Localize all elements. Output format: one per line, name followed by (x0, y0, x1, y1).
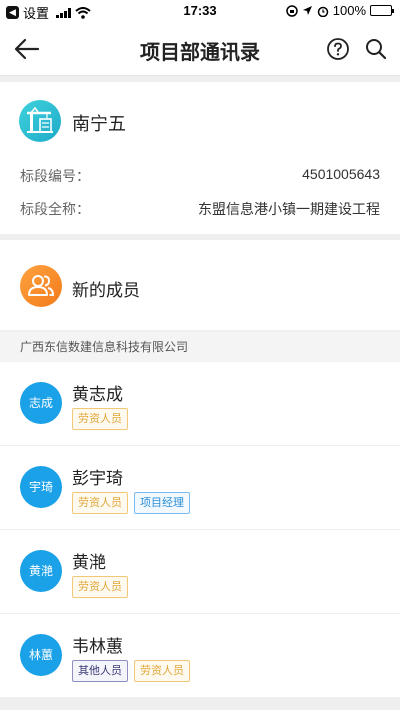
section-full-name-value: 东盟信息港小镇一期建设工程 (198, 201, 380, 217)
role-tags: 劳资人员 项目经理 (72, 492, 190, 514)
search-icon[interactable] (364, 37, 388, 61)
member-name: 韦林蕙 (72, 637, 123, 656)
new-members-row[interactable]: 新的成员 (0, 240, 400, 330)
role-tag: 劳资人员 (134, 660, 190, 682)
orientation-lock-icon (286, 4, 298, 17)
role-tag: 劳资人员 (72, 408, 128, 430)
alarm-icon (317, 6, 328, 17)
avatar: 黄滟 (20, 550, 62, 592)
member-row[interactable]: 林蕙 韦林蕙其他人员 劳资人员 (0, 614, 400, 698)
battery-icon (370, 5, 394, 16)
member-name: 黄志成 (72, 385, 123, 404)
avatar: 林蕙 (20, 634, 62, 676)
project-card: 南宁五 标段编号： 4501005643 标段全称： 东盟信息港小镇一期建设工程 (0, 82, 400, 234)
help-circle-icon[interactable] (326, 37, 350, 61)
construction-site-icon (19, 100, 61, 142)
member-name: 黄滟 (72, 553, 106, 572)
role-tag: 劳资人员 (72, 576, 128, 598)
section-code-label: 标段编号： (20, 168, 90, 184)
role-tag: 项目经理 (134, 492, 190, 514)
role-tags: 其他人员 劳资人员 (72, 660, 190, 682)
member-name: 彭宇琦 (72, 469, 123, 488)
member-row[interactable]: 志成 黄志成劳资人员 (0, 362, 400, 446)
status-bar: ◀ 设置 17:33 100% (0, 0, 400, 22)
status-right: 100% (286, 3, 394, 18)
section-full-name-label: 标段全称： (20, 201, 90, 217)
member-row[interactable]: 宇琦 彭宇琦劳资人员 项目经理 (0, 446, 400, 530)
role-tags: 劳资人员 (72, 408, 128, 430)
role-tag: 劳资人员 (72, 492, 128, 514)
section-code-value: 4501005643 (302, 166, 380, 182)
role-tag: 其他人员 (72, 660, 128, 682)
company-section-header: 广西东信数建信息科技有限公司 (0, 332, 400, 362)
nav-bar: 项目部通讯录 (0, 22, 400, 76)
avatar: 宇琦 (20, 466, 62, 508)
member-list: 志成 黄志成 劳资人员 宇琦 彭宇琦 劳资人员 项目经理 黄滟 黄滟 劳资人员 林蕙 韦林蕙 其他人员劳… (0, 362, 400, 698)
member-row[interactable]: 黄滟 黄滟 劳资人员 (0, 530, 400, 614)
new-members-label: 新的成员 (72, 281, 140, 300)
role-tags: 劳资人员 (72, 576, 128, 598)
users-icon (20, 265, 62, 307)
project-name: 南宁五 (72, 114, 126, 134)
battery-percent: 100% (332, 3, 366, 18)
avatar: 志成 (20, 382, 62, 424)
location-icon (302, 6, 312, 15)
